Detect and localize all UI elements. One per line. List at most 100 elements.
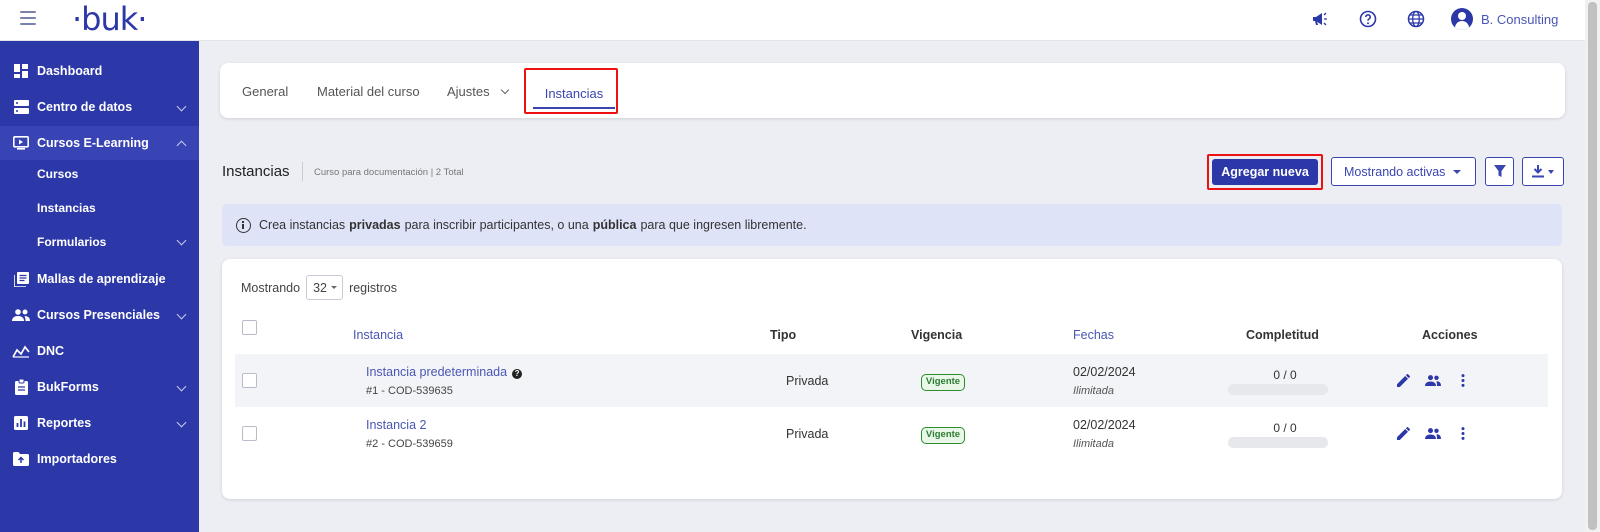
table-row: Instancia 2 #2 - COD-539659 Privada Vige… [235,407,1548,460]
chevron-down-icon [176,381,187,392]
sidebar-subitem-label: Cursos [37,167,79,181]
start-date: 02/02/2024 [1073,418,1136,432]
sidebar-item-cursos-elearning[interactable]: Cursos E-Learning [0,126,199,160]
chevron-down-icon[interactable] [500,85,510,95]
info-bold-public: pública [592,218,637,232]
edit-icon[interactable] [1395,425,1411,441]
participants-icon[interactable] [1425,372,1441,388]
sidebar-item-dashboard[interactable]: Dashboard [0,54,199,88]
sidebar-subitem-label: Instancias [37,201,96,215]
sidebar-item-label: Reportes [37,416,92,430]
report-icon [12,414,30,432]
info-bold-private: privadas [349,218,401,232]
page-scrollbar[interactable] [1585,0,1600,532]
select-all-checkbox[interactable] [242,320,257,335]
filter-icon [1493,165,1506,177]
edit-icon[interactable] [1395,372,1411,388]
showing-prefix: Mostrando [241,280,301,295]
start-date: 02/02/2024 [1073,365,1136,379]
page-size-select[interactable]: 32 [306,275,344,300]
highlight-box: Agregar nueva [1207,154,1323,190]
sidebar-item-label: DNC [37,344,65,358]
help-circle-icon[interactable] [1358,9,1378,29]
completion-count: 0 / 0 [1273,368,1297,382]
status-badge: Vigente [921,427,965,444]
end-date: Ilimitada [1073,385,1114,397]
sidebar-item-dnc[interactable]: DNC [0,334,199,368]
page-size-value: 32 [313,280,327,295]
sidebar-item-label: Dashboard [37,64,103,78]
sidebar-item-label: Importadores [37,452,117,466]
tab-ajustes[interactable]: Ajustes [447,84,490,99]
add-new-button[interactable]: Agregar nueva [1212,159,1318,185]
column-header-instancia[interactable]: Instancia [353,328,403,342]
sidebar-item-importadores[interactable]: Importadores [0,442,199,476]
sidebar-item-centro-de-datos[interactable]: Centro de datos [0,90,199,124]
sidebar-item-bukforms[interactable]: BukForms [0,370,199,404]
tab-instancias[interactable]: Instancias [533,73,615,109]
tab-material-del-curso[interactable]: Material del curso [317,84,420,99]
globe-icon[interactable] [1406,9,1426,29]
info-text-2: para inscribir participantes, o una [404,218,589,232]
end-date: Ilimitada [1073,438,1114,450]
column-header-vigencia: Vigencia [911,328,963,342]
sidebar-subitem-instancias[interactable]: Instancias [0,193,199,223]
caret-down-icon [1548,169,1554,174]
row-checkbox[interactable] [242,426,257,441]
sidebar-subitem-cursos[interactable]: Cursos [0,159,199,189]
sidebar-item-reportes[interactable]: Reportes [0,406,199,440]
sidebar-subitem-formularios[interactable]: Formularios [0,227,199,257]
people-icon [12,306,30,324]
tab-general[interactable]: General [242,84,288,99]
column-header-tipo: Tipo [770,328,797,342]
chevron-down-icon [176,309,187,320]
clipboard-icon [12,378,30,396]
sidebar-item-label: Cursos Presenciales [37,308,160,322]
help-icon[interactable]: ? [512,369,523,379]
chevron-up-icon [176,140,187,151]
sidebar-item-cursos-presenciales[interactable]: Cursos Presenciales [0,298,199,332]
column-header-fechas[interactable]: Fechas [1073,328,1114,342]
sidebar-item-label: BukForms [37,380,99,394]
instance-name: Instancia predeterminada [366,365,508,379]
show-active-dropdown[interactable]: Mostrando activas [1331,157,1476,186]
row-checkbox[interactable] [242,373,257,388]
completion-count: 0 / 0 [1273,421,1297,435]
course-tabs: General Material del curso Ajustes Insta… [220,63,1565,118]
sidebar: Dashboard Centro de datos Cursos E-Learn… [0,41,199,532]
info-text-1: Crea instancias [259,218,346,232]
download-button[interactable] [1522,157,1564,186]
participants-icon[interactable] [1425,425,1441,441]
more-options-icon[interactable] [1455,425,1471,441]
table-row: Instancia predeterminada? #1 - COD-53963… [235,354,1548,407]
filter-button[interactable] [1485,157,1514,186]
divider [302,162,303,181]
user-avatar[interactable] [1451,8,1473,30]
buk-logo[interactable]: ·buk· [72,0,147,38]
elearning-icon [12,134,30,152]
page-size-control: Mostrando 32 registros [241,275,397,300]
hamburger-menu-icon[interactable] [20,11,36,25]
dropdown-label: Mostrando activas [1344,164,1446,179]
trend-icon [12,342,30,360]
status-badge: Vigente [921,374,965,391]
import-folder-icon [12,450,30,468]
section-subtitle: Curso para documentación | 2 Total [314,167,464,178]
instance-name-link[interactable]: Instancia 2 [366,418,426,432]
instance-code: #1 - COD-539635 [366,385,453,397]
info-icon [236,217,251,233]
more-options-icon[interactable] [1455,372,1471,388]
chevron-down-icon [176,417,187,428]
scrollbar-thumb[interactable] [1588,2,1597,530]
chevron-down-icon [176,235,187,246]
instance-name-link[interactable]: Instancia predeterminada? [366,365,523,379]
completion-progress-bar [1228,437,1328,448]
caret-down-icon [330,286,337,289]
user-name[interactable]: B. Consulting [1481,12,1558,27]
instance-type: Privada [786,374,829,388]
instance-type: Privada [786,427,829,441]
chevron-down-icon [176,101,187,112]
download-icon [1532,165,1544,178]
sidebar-item-mallas[interactable]: Mallas de aprendizaje [0,262,199,296]
megaphone-icon[interactable] [1310,9,1330,29]
